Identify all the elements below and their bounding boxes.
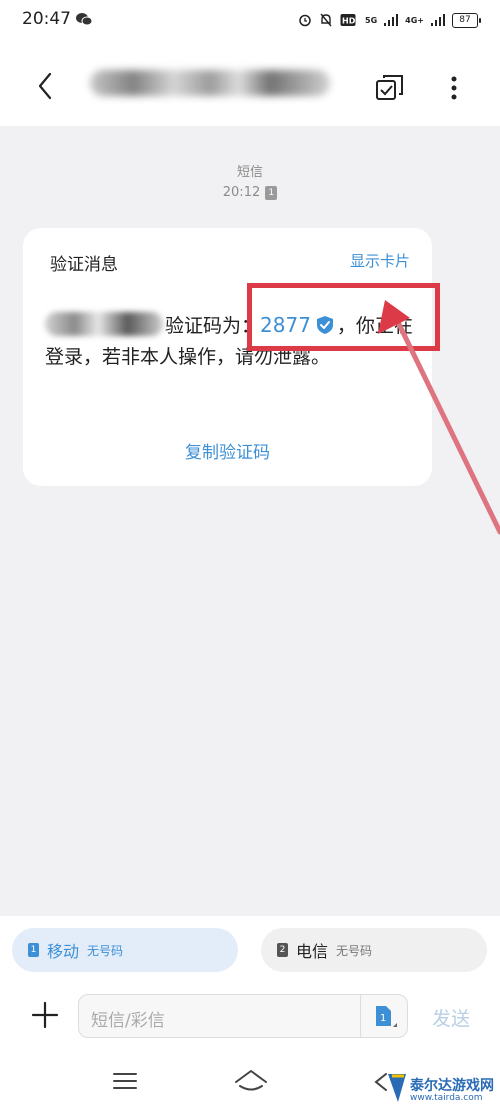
- message-time-row: 20:12 1: [222, 183, 278, 203]
- contact-name[interactable]: [90, 64, 340, 100]
- back-button[interactable]: [30, 66, 64, 106]
- multi-select-icon[interactable]: [374, 72, 406, 104]
- svg-text:HD: HD: [342, 17, 356, 26]
- battery-indicator: 87: [452, 12, 481, 28]
- sim1-option[interactable]: 1 移动 无号码: [12, 928, 238, 972]
- message-text-before: 验证码为：: [165, 315, 261, 337]
- message-time: 20:12: [222, 185, 261, 200]
- contact-name-redacted: [90, 70, 330, 96]
- status-time: 20:47: [22, 9, 71, 29]
- sender-redacted: [45, 312, 163, 336]
- status-bar: 20:47 HD 5G 4G+ 87: [0, 0, 500, 40]
- sim2-carrier: 电信: [296, 942, 329, 961]
- watermark-name: 泰尔达游戏网: [410, 1078, 494, 1094]
- input-divider: [360, 995, 361, 1037]
- sim-select-number: 1: [380, 1013, 386, 1024]
- sim-select-icon[interactable]: 1: [371, 1004, 399, 1030]
- signal-icon-2: [431, 14, 445, 26]
- message-input-placeholder: 短信/彩信: [91, 1011, 165, 1031]
- add-attachment-icon[interactable]: [28, 998, 62, 1032]
- card-title: 验证消息: [50, 255, 118, 275]
- hd-icon: HD: [340, 14, 356, 26]
- sim2-number: 无号码: [336, 943, 373, 958]
- alarm-icon: [299, 14, 311, 27]
- watermark-url: www.tairda.com: [410, 1093, 483, 1103]
- sim1-carrier: 移动: [47, 942, 80, 961]
- more-options-icon[interactable]: [442, 70, 466, 106]
- compose-bar: 短信/彩信 1 发送: [0, 982, 500, 1050]
- network-label-4g: 4G+: [405, 15, 424, 25]
- copy-code-button[interactable]: 复制验证码: [23, 438, 432, 463]
- highlight-annotation-box: [247, 283, 440, 351]
- menu-icon[interactable]: [112, 1070, 138, 1092]
- conversation-header: [0, 40, 500, 126]
- message-meta: 短信 20:12 1: [0, 163, 500, 203]
- sim1-badge: 1: [28, 943, 39, 957]
- signal-icon: [384, 14, 399, 26]
- sim2-badge: 2: [277, 943, 288, 957]
- network-label-5g: 5G: [365, 15, 378, 25]
- message-input[interactable]: 短信/彩信 1: [78, 994, 408, 1038]
- sim1-number: 无号码: [87, 943, 124, 958]
- sim-selector-bar: 1 移动 无号码 2 电信 无号码: [0, 916, 500, 982]
- message-channel: 短信: [236, 165, 263, 180]
- send-button[interactable]: 发送: [432, 1004, 470, 1031]
- message-card[interactable]: 验证消息 显示卡片 验证码为：2877 ，你正在登录，若非本人操作，请勿泄露。 …: [23, 228, 432, 486]
- home-icon[interactable]: [232, 1066, 270, 1094]
- wechat-icon: [76, 13, 92, 26]
- mute-icon: [320, 13, 332, 27]
- status-icons: HD 5G 4G+ 87: [298, 10, 481, 30]
- sim2-option[interactable]: 2 电信 无号码: [261, 928, 487, 972]
- show-card-link[interactable]: 显示卡片: [350, 250, 410, 271]
- sim-badge: 1: [265, 186, 278, 200]
